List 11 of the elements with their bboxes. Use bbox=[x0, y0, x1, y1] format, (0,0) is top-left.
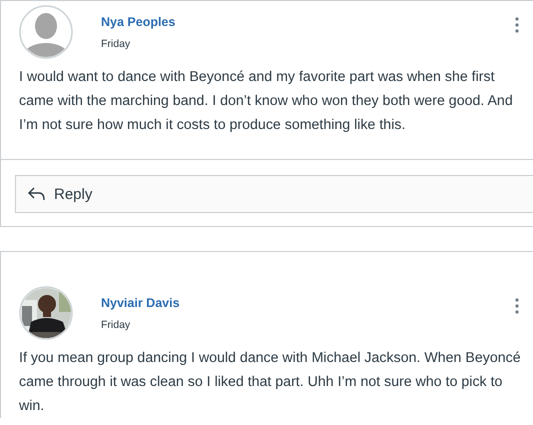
author-name[interactable]: Nyviair Davis bbox=[101, 296, 180, 310]
post-date: Friday bbox=[101, 38, 130, 50]
reply-arrow-icon bbox=[28, 187, 46, 201]
reply-button[interactable]: Reply bbox=[15, 175, 533, 213]
avatar-icon bbox=[19, 5, 73, 59]
post-text: If you mean group dancing I would dance with Michael Jackson. When Beyoncé came through it was clean so I liked that part. Uhh I’m not sure who to pick to win. bbox=[18, 349, 522, 416]
post-date: Friday bbox=[101, 319, 130, 331]
more-options-icon[interactable] bbox=[515, 17, 519, 33]
post-text: I would want to dance with Beyoncé and my favorite part was when she first came with the marching band. I don’t know who won they both were good. And I’m not sure how much it costs to produce something like this. bbox=[1, 59, 533, 160]
author-name[interactable]: Nya Peoples bbox=[101, 15, 176, 29]
more-options-icon[interactable] bbox=[515, 298, 519, 314]
